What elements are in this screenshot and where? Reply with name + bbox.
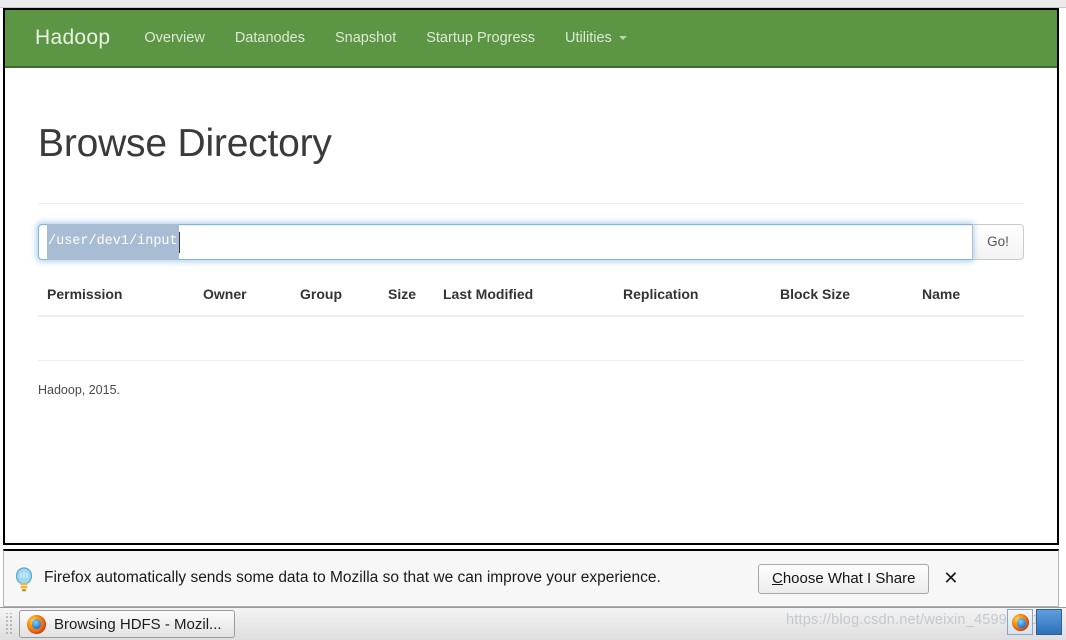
directory-path-input[interactable] bbox=[38, 223, 972, 260]
nav-item-overview-label: Overview bbox=[144, 30, 205, 46]
column-header-last-modified[interactable]: Last Modified bbox=[443, 277, 623, 317]
nav-item-utilities[interactable]: Utilities bbox=[565, 30, 627, 46]
tray-firefox-icon[interactable] bbox=[1007, 609, 1033, 635]
column-header-replication[interactable]: Replication bbox=[623, 277, 780, 317]
column-header-group[interactable]: Group bbox=[300, 277, 388, 317]
taskbar-window-title: Browsing HDFS - Mozil... bbox=[54, 615, 222, 633]
column-header-permission[interactable]: Permission bbox=[38, 277, 203, 317]
nav-item-startup-progress[interactable]: Startup Progress bbox=[426, 30, 535, 46]
path-input-group: /user/dev1/input Go! bbox=[38, 223, 1024, 260]
choose-what-i-share-button[interactable]: Choose What I Share bbox=[758, 563, 930, 594]
window-top-strip bbox=[0, 0, 1066, 8]
taskbar: Browsing HDFS - Mozil... bbox=[0, 607, 1066, 640]
nav-item-startup-progress-label: Startup Progress bbox=[426, 30, 536, 46]
column-header-block-size[interactable]: Block Size bbox=[780, 277, 922, 317]
chevron-down-icon bbox=[618, 36, 627, 40]
nav-item-datanodes[interactable]: Datanodes bbox=[235, 30, 305, 46]
hadoop-navbar: Hadoop Overview Datanodes Snapshot Start… bbox=[5, 10, 1057, 68]
divider-top bbox=[38, 202, 1024, 204]
directory-listing-table: Permission Owner Group Size Last Modifie… bbox=[38, 277, 1024, 317]
go-button[interactable]: Go! bbox=[972, 223, 1024, 260]
nav-item-snapshot-label: Snapshot bbox=[334, 30, 397, 46]
browser-content-window: Hadoop Overview Datanodes Snapshot Start… bbox=[3, 8, 1059, 545]
page-body: Browse Directory /user/dev1/input Go! Pe… bbox=[5, 122, 1057, 397]
column-header-name[interactable]: Name bbox=[922, 277, 1024, 317]
nav-item-datanodes-label: Datanodes bbox=[234, 30, 305, 46]
nav-item-utilities-label: Utilities bbox=[565, 30, 612, 46]
firefox-notification-bar: Firefox automatically sends some data to… bbox=[3, 549, 1059, 607]
directory-listing-header: Permission Owner Group Size Last Modifie… bbox=[38, 277, 1024, 317]
system-tray bbox=[1007, 609, 1062, 635]
nav-item-overview[interactable]: Overview bbox=[144, 30, 204, 46]
lightbulb-icon bbox=[13, 564, 35, 594]
divider-bottom bbox=[38, 359, 1024, 361]
navbar-brand-hadoop[interactable]: Hadoop bbox=[35, 26, 110, 50]
copyright-text: Hadoop, 2015. bbox=[38, 382, 121, 397]
path-input-wrapper: /user/dev1/input bbox=[38, 223, 972, 260]
column-header-size[interactable]: Size bbox=[388, 277, 443, 317]
column-header-owner[interactable]: Owner bbox=[203, 277, 300, 317]
taskbar-window-button-firefox[interactable]: Browsing HDFS - Mozil... bbox=[19, 610, 235, 638]
tray-app-icon[interactable] bbox=[1036, 609, 1062, 635]
close-icon[interactable]: ✕ bbox=[943, 569, 958, 588]
desktop: Hadoop Overview Datanodes Snapshot Start… bbox=[0, 0, 1066, 640]
page-title: Browse Directory bbox=[38, 122, 332, 165]
notification-message: Firefox automatically sends some data to… bbox=[44, 569, 661, 587]
choose-share-accesskey: C bbox=[772, 570, 783, 587]
choose-share-label-rest: hoose What I Share bbox=[782, 570, 916, 587]
table-header-row: Permission Owner Group Size Last Modifie… bbox=[38, 277, 1024, 317]
taskbar-grip-handle[interactable] bbox=[4, 613, 14, 635]
nav-item-snapshot[interactable]: Snapshot bbox=[335, 30, 396, 46]
firefox-icon bbox=[27, 614, 46, 634]
firefox-icon-small bbox=[1011, 613, 1029, 631]
